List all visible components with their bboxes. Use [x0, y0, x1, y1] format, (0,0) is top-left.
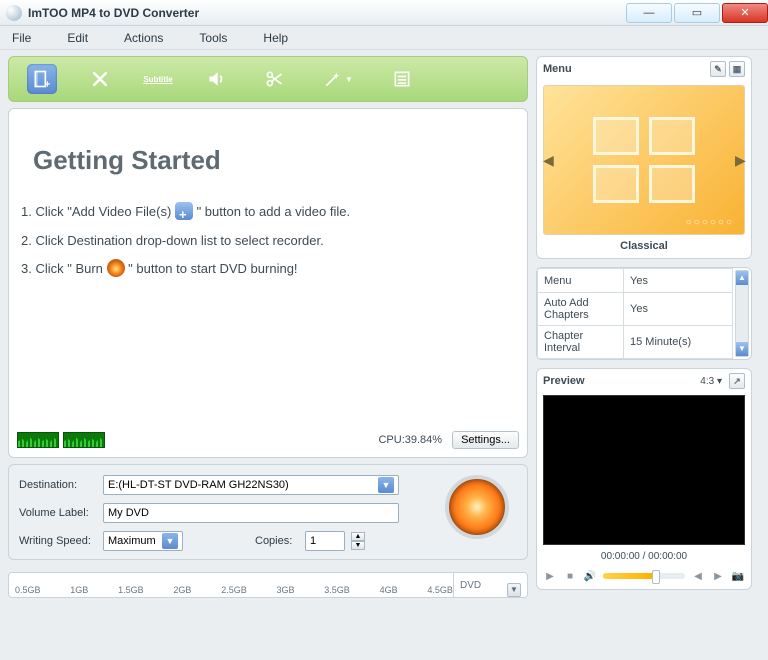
volume-label-input[interactable]: [103, 503, 399, 523]
menu-edit[interactable]: Edit: [67, 31, 88, 45]
add-video-inline-icon: [175, 202, 193, 220]
clip-button[interactable]: [259, 64, 289, 94]
delete-button[interactable]: [85, 64, 115, 94]
play-button[interactable]: ▶: [543, 569, 557, 583]
settings-button[interactable]: Settings...: [452, 431, 519, 449]
disc-type-dropdown[interactable]: DVD: [453, 573, 507, 597]
spinner-down-icon[interactable]: ▼: [351, 541, 365, 550]
menu-actions[interactable]: Actions: [124, 31, 163, 45]
preview-timecode: 00:00:00 / 00:00:00: [537, 549, 751, 566]
getting-started-heading: Getting Started: [33, 145, 517, 176]
menu-template-panel: Menu ✎ ▦ ◀ ▶ ○○○○○○ Classical: [536, 56, 752, 259]
template-pager-dots: ○○○○○○: [686, 217, 734, 228]
destination-panel: Destination: E:(HL-DT-ST DVD-RAM GH22NS3…: [8, 464, 528, 560]
volume-slider[interactable]: [603, 573, 685, 579]
spinner-up-icon[interactable]: ▲: [351, 532, 365, 541]
step-1: 1. Click "Add Video File(s) " button to …: [21, 198, 517, 227]
maximize-button[interactable]: ▭: [674, 3, 720, 23]
prev-template-button[interactable]: ◀: [543, 152, 553, 168]
chevron-down-icon: ▼: [345, 75, 353, 84]
copies-spinner[interactable]: ▲ ▼: [351, 532, 365, 550]
menu-template-name: Classical: [537, 237, 751, 258]
ruler-ticks: 0.5GB 1GB 1.5GB 2GB 2.5GB 3GB 3.5GB 4GB …: [15, 585, 453, 597]
menubar: File Edit Actions Tools Help: [0, 26, 768, 50]
minimize-button[interactable]: —: [626, 3, 672, 23]
preview-video[interactable]: [543, 395, 745, 545]
writing-speed-label: Writing Speed:: [19, 535, 97, 547]
seek-back-button[interactable]: ◀: [691, 569, 705, 583]
properties-button[interactable]: [387, 64, 417, 94]
chevron-down-icon[interactable]: ▼: [507, 583, 521, 597]
table-row[interactable]: Chapter Interval15 Minute(s): [538, 326, 733, 359]
table-row[interactable]: Auto Add ChaptersYes: [538, 293, 733, 326]
snapshot-button[interactable]: 📷: [731, 569, 745, 583]
app-icon: [6, 5, 22, 21]
burn-inline-icon: [107, 259, 125, 277]
menu-file[interactable]: File: [12, 31, 31, 45]
destination-value: E:(HL-DT-ST DVD-RAM GH22NS30): [108, 479, 289, 491]
volume-icon[interactable]: 🔊: [583, 569, 597, 583]
menu-panel-title: Menu: [543, 63, 572, 75]
x-icon: [90, 69, 110, 89]
table-row[interactable]: MenuYes: [538, 269, 733, 293]
film-plus-icon: +: [32, 69, 52, 89]
scroll-down-icon[interactable]: ▼: [736, 342, 748, 356]
menu-help[interactable]: Help: [263, 31, 288, 45]
titlebar: ImTOO MP4 to DVD Converter — ▭ ✕: [0, 0, 768, 26]
getting-started-panel: Getting Started 1. Click "Add Video File…: [8, 108, 528, 458]
writing-speed-value: Maximum: [108, 535, 156, 547]
burn-button[interactable]: [445, 475, 509, 539]
wand-icon: [323, 69, 343, 89]
window-title: ImTOO MP4 to DVD Converter: [28, 6, 624, 20]
cpu-graph-1: [17, 432, 59, 448]
cpu-usage-label: CPU:39.84%: [378, 434, 442, 446]
copies-input[interactable]: [305, 531, 345, 551]
add-video-button[interactable]: +: [27, 64, 57, 94]
fullscreen-button[interactable]: ↗: [729, 373, 745, 389]
cpu-graph-2: [63, 432, 105, 448]
size-ruler: 0.5GB 1GB 1.5GB 2GB 2.5GB 3GB 3.5GB 4GB …: [8, 572, 528, 598]
chevron-down-icon: ▼: [378, 477, 394, 493]
template-thumbs: [593, 117, 695, 203]
preview-title: Preview: [543, 375, 585, 387]
scissors-icon: [264, 69, 284, 89]
next-template-button[interactable]: ▶: [735, 152, 745, 168]
step-3: 3. Click " Burn " button to start DVD bu…: [21, 255, 517, 284]
step-2: 2. Click Destination drop-down list to s…: [21, 227, 517, 256]
copies-label: Copies:: [255, 535, 299, 547]
subtitle-button[interactable]: Subtitle: [143, 64, 173, 94]
seek-fwd-button[interactable]: ▶: [711, 569, 725, 583]
menu-template-preview[interactable]: ◀ ▶ ○○○○○○: [543, 85, 745, 235]
destination-label: Destination:: [19, 479, 97, 491]
list-icon: [392, 69, 412, 89]
menu-tools[interactable]: Tools: [199, 31, 227, 45]
close-button[interactable]: ✕: [722, 3, 768, 23]
speaker-icon: [206, 69, 226, 89]
chevron-down-icon: ▼: [162, 533, 178, 549]
properties-scrollbar[interactable]: ▲ ▼: [735, 270, 749, 357]
playback-controls: ▶ ■ 🔊 ◀ ▶ 📷: [537, 566, 751, 589]
templates-grid-button[interactable]: ▦: [729, 61, 745, 77]
scroll-up-icon[interactable]: ▲: [736, 271, 748, 285]
aspect-ratio-label: 4:3 ▾: [700, 376, 722, 387]
writing-speed-dropdown[interactable]: Maximum ▼: [103, 531, 183, 551]
svg-text:+: +: [45, 79, 51, 89]
properties-panel: MenuYes Auto Add ChaptersYes Chapter Int…: [536, 267, 752, 360]
subtitle-icon: Subtitle: [143, 75, 172, 84]
audio-button[interactable]: [201, 64, 231, 94]
toolbar: + Subtitle ▼: [8, 56, 528, 102]
edit-menu-button[interactable]: ✎: [710, 61, 726, 77]
stop-button[interactable]: ■: [563, 569, 577, 583]
effects-button[interactable]: ▼: [317, 64, 359, 94]
preview-panel: Preview 4:3 ▾ ↗ 00:00:00 / 00:00:00 ▶ ■ …: [536, 368, 752, 590]
destination-dropdown[interactable]: E:(HL-DT-ST DVD-RAM GH22NS30) ▼: [103, 475, 399, 495]
volume-label-label: Volume Label:: [19, 507, 97, 519]
